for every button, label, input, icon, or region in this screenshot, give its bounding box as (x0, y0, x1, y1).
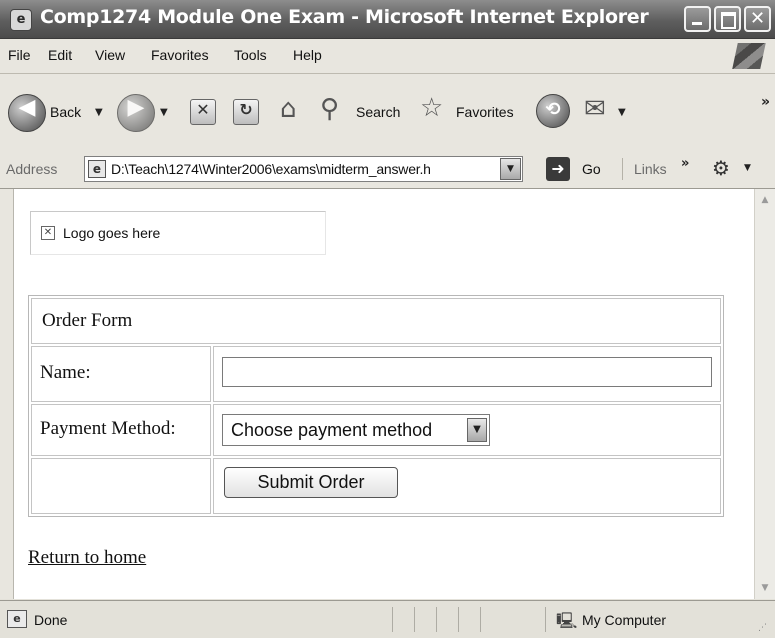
address-url[interactable]: D:\Teach\1274\Winter2006\exams\midterm_a… (111, 161, 499, 177)
minimize-button[interactable] (684, 6, 711, 32)
go-arrow-icon[interactable]: ➜ (546, 157, 570, 181)
status-divider (545, 607, 546, 632)
payment-select-cell: Choose payment method ▼ (213, 404, 721, 456)
back-arrow-icon[interactable]: ◀ (8, 94, 46, 132)
name-label: Name: (40, 362, 91, 383)
status-divider (414, 607, 415, 632)
menu-edit[interactable]: Edit (48, 47, 72, 63)
computer-icon: 🖳 (556, 611, 578, 630)
status-divider (458, 607, 459, 632)
go-button-label[interactable]: Go (582, 161, 601, 177)
history-icon[interactable]: ⟲ (536, 94, 570, 128)
menu-help[interactable]: Help (293, 47, 322, 63)
windows-logo-icon (732, 43, 766, 69)
order-form-table: Order Form Name: Payment Method: Choose … (28, 295, 724, 517)
back-dropdown-icon[interactable]: ▼ (95, 107, 103, 118)
extension-dropdown-icon[interactable]: ▼ (744, 163, 751, 173)
menu-file[interactable]: File (8, 47, 31, 63)
status-divider (436, 607, 437, 632)
search-button-label[interactable]: Search (356, 104, 400, 120)
address-input[interactable]: e D:\Teach\1274\Winter2006\exams\midterm… (84, 156, 523, 182)
forward-arrow-icon[interactable]: ▶ (117, 94, 155, 132)
window-title: Comp1274 Module One Exam - Microsoft Int… (40, 6, 649, 28)
page-content: ✕ Logo goes here Order Form Name: Paymen… (14, 189, 754, 599)
submit-cell: Submit Order (213, 458, 721, 514)
search-icon[interactable]: ⚲ (320, 96, 339, 122)
select-dropdown-icon[interactable]: ▼ (467, 418, 487, 442)
page-icon: e (88, 160, 106, 178)
menu-view[interactable]: View (95, 47, 125, 63)
address-label: Address (6, 161, 58, 177)
logo-alt-text: Logo goes here (63, 225, 161, 241)
payment-label: Payment Method: (40, 418, 176, 439)
status-text: Done (34, 612, 68, 628)
status-bar: e Done 🖳 My Computer ⋰ (0, 600, 775, 638)
menu-bar: File Edit View Favorites Tools Help (0, 39, 775, 74)
return-home-link[interactable]: Return to home (28, 547, 146, 569)
resize-grip-icon[interactable]: ⋰ (758, 623, 767, 633)
mail-dropdown-icon[interactable]: ▼ (618, 107, 626, 118)
links-chevron-icon[interactable]: » (681, 156, 689, 171)
home-icon[interactable]: ⌂ (280, 96, 297, 122)
security-zone: My Computer (582, 612, 667, 628)
payment-method-select[interactable]: Choose payment method ▼ (222, 414, 490, 446)
forward-dropdown-icon[interactable]: ▼ (160, 107, 168, 118)
title-bar: e Comp1274 Module One Exam - Microsoft I… (0, 0, 775, 39)
page-done-icon: e (7, 610, 27, 628)
refresh-icon[interactable]: ↻ (233, 99, 259, 125)
menu-favorites[interactable]: Favorites (151, 47, 209, 63)
name-input-cell (213, 346, 721, 402)
vertical-scrollbar[interactable]: ▲ ▼ (754, 189, 775, 599)
scroll-up-icon[interactable]: ▲ (757, 191, 773, 209)
status-divider (480, 607, 481, 632)
links-button[interactable]: Links (634, 161, 667, 177)
toolbar: ◀ Back ▼ ▶ ▼ ✕ ↻ ⌂ ⚲ Search ☆ Favorites … (0, 74, 775, 151)
address-bar: Address e D:\Teach\1274\Winter2006\exams… (0, 150, 775, 189)
close-button[interactable]: ✕ (744, 6, 771, 32)
name-input[interactable] (222, 357, 712, 387)
status-divider (392, 607, 393, 632)
address-dropdown-icon[interactable]: ▼ (500, 158, 521, 180)
payment-label-cell: Payment Method: (31, 404, 211, 456)
extension-icon[interactable]: ⚙ (712, 156, 730, 180)
divider (622, 158, 623, 180)
content-left-border (0, 189, 14, 599)
favorites-star-icon[interactable]: ☆ (420, 95, 443, 121)
form-heading: Order Form (42, 310, 133, 331)
empty-cell (31, 458, 211, 514)
favorites-button-label[interactable]: Favorites (456, 104, 514, 120)
maximize-button[interactable] (714, 6, 741, 32)
stop-icon[interactable]: ✕ (190, 99, 216, 125)
broken-image-icon: ✕ (41, 226, 55, 240)
back-button-label[interactable]: Back (50, 104, 81, 120)
menu-tools[interactable]: Tools (234, 47, 267, 63)
ie-icon: e (10, 9, 32, 31)
form-heading-cell: Order Form (31, 298, 721, 344)
logo-placeholder: ✕ Logo goes here (30, 211, 326, 255)
scroll-down-icon[interactable]: ▼ (757, 579, 773, 597)
name-label-cell: Name: (31, 346, 211, 402)
toolbar-overflow-icon[interactable]: » (761, 94, 770, 110)
submit-order-button[interactable]: Submit Order (224, 467, 398, 498)
payment-selected-value: Choose payment method (231, 420, 433, 440)
mail-icon[interactable]: ✉ (584, 96, 606, 122)
